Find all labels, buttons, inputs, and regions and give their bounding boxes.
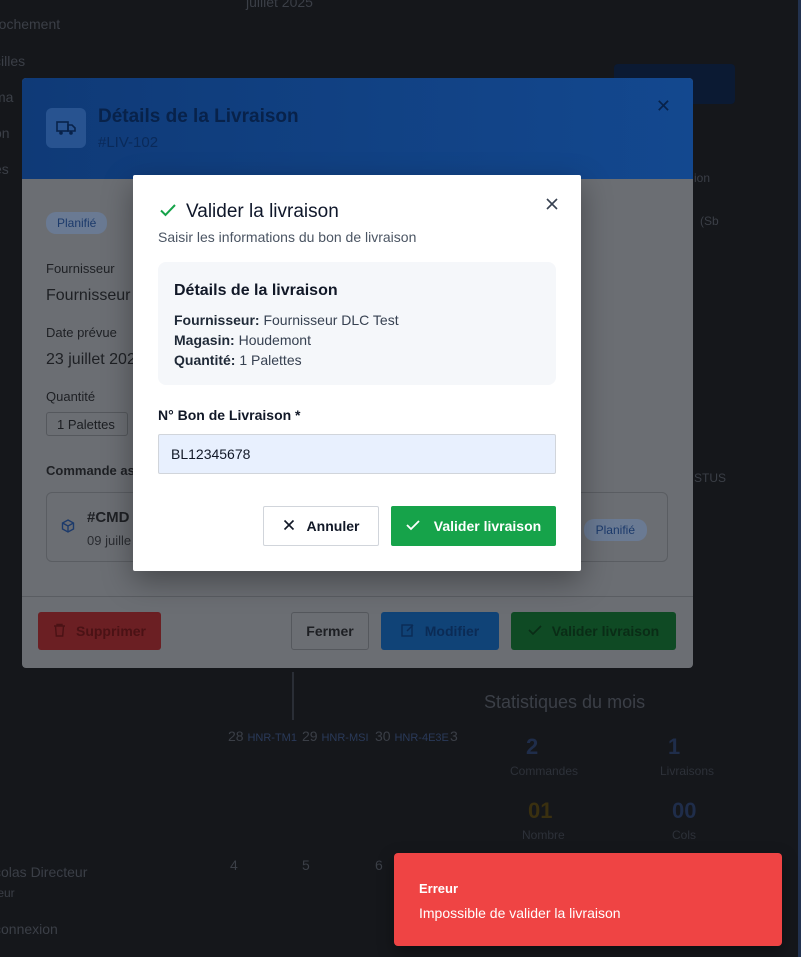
details-header: Détails de la Livraison #LIV-102 ✕	[22, 78, 693, 179]
confirm-validate-button[interactable]: Valider livraison	[391, 506, 556, 546]
modal-subtitle: Saisir les informations du bon de livrai…	[158, 229, 417, 245]
bg-stat-value: 1	[668, 734, 681, 759]
bg-user-role: teur	[0, 886, 15, 900]
bg-stat-value: 00	[672, 798, 697, 823]
bg-stat-value: 2	[526, 734, 539, 759]
modal-title: Valider la livraison	[186, 201, 339, 222]
check-icon	[528, 623, 542, 639]
order-status-badge: Planifié	[583, 519, 647, 541]
date-label: Date prévue	[46, 325, 117, 340]
details-id: #LIV-102	[98, 134, 159, 151]
bg-calendar-day: 29 HNR-MSI	[302, 728, 369, 744]
delivery-note-input[interactable]	[158, 434, 556, 474]
order-label: Commande as	[46, 463, 135, 478]
supplier-label: Fournisseur	[46, 261, 115, 276]
quantity-label: Quantité	[46, 389, 96, 404]
edit-button[interactable]: Modifier	[381, 612, 499, 650]
order-date: 09 juille	[87, 533, 132, 548]
bg-calendar-day: 4	[230, 857, 238, 873]
bg-stat-label: Livraisons	[660, 764, 715, 778]
edit-button-label: Modifier	[424, 623, 480, 639]
bg-sidebar-item: ma	[0, 89, 14, 105]
validate-delivery-button[interactable]: Valider livraison	[511, 612, 676, 650]
supplier-value: Fournisseur	[46, 287, 131, 304]
bg-sidebar-item: es	[0, 161, 9, 177]
info-quantity: Quantité: 1 Palettes	[174, 352, 302, 368]
check-icon	[406, 518, 420, 534]
divider	[22, 596, 693, 597]
order-id: #CMD	[87, 509, 130, 526]
package-icon	[61, 519, 75, 538]
bg-calendar-day: 5	[302, 857, 310, 873]
validate-delivery-modal: Valider la livraison Saisir les informat…	[133, 175, 581, 571]
cancel-button[interactable]: Annuler	[263, 506, 379, 546]
delete-button-label: Supprimer	[75, 623, 146, 639]
check-icon	[159, 201, 177, 219]
details-title: Détails de la Livraison	[98, 106, 299, 127]
info-title: Détails de la livraison	[174, 282, 338, 299]
bg-calendar-day: 28 HNR-TM1	[228, 728, 297, 744]
toast-message: Impossible de valider la livraison	[419, 905, 621, 921]
bg-stat-label: Commandes	[510, 764, 579, 778]
bg-stat-label: Cols	[672, 828, 697, 842]
bg-stat-label: Nombre	[522, 828, 565, 842]
edit-icon	[401, 623, 415, 640]
bg-right-text: STUS	[694, 471, 727, 485]
bg-divider	[292, 672, 294, 720]
bg-month-label: juillet 2025	[246, 0, 313, 10]
bg-stats-title: Statistiques du mois	[484, 692, 646, 712]
delivery-info-box: Détails de la livraison Fournisseur: Fou…	[158, 262, 556, 385]
bg-calendar-day: 3	[450, 728, 458, 744]
quantity-chip: 1 Palettes	[46, 412, 128, 436]
error-toast[interactable]: Erreur Impossible de valider la livraiso…	[394, 853, 782, 946]
close-icon[interactable]: ✕	[656, 96, 671, 117]
close-icon[interactable]	[543, 195, 561, 213]
close-icon	[283, 518, 295, 534]
cancel-button-label: Annuler	[306, 518, 360, 534]
delete-button[interactable]: Supprimer	[38, 612, 161, 650]
bg-user-name: colas Directeur	[0, 864, 88, 880]
bg-calendar-day: 6	[375, 857, 383, 873]
trash-icon	[53, 623, 66, 640]
date-value: 23 juillet 202	[46, 351, 136, 368]
validate-button-label: Valider livraison	[551, 623, 660, 639]
info-store: Magasin: Houdemont	[174, 332, 311, 348]
close-button[interactable]: Fermer	[291, 612, 369, 650]
bg-right-text: (Sb	[700, 214, 719, 228]
status-badge: Planifié	[46, 212, 108, 234]
bg-stat-value: 01	[528, 798, 553, 823]
bg-sidebar-item: on	[0, 125, 10, 141]
truck-icon	[46, 108, 86, 148]
info-supplier: Fournisseur: Fournisseur DLC Test	[174, 312, 399, 328]
bg-right-text: ion	[694, 171, 711, 185]
bg-sidebar-item: rochement	[0, 16, 61, 32]
confirm-button-label: Valider livraison	[433, 518, 542, 534]
toast-title: Erreur	[419, 881, 459, 896]
bg-sidebar-item: cilles	[0, 53, 26, 69]
bg-calendar-day: 30 HNR-4E3E	[375, 728, 449, 744]
bg-logout: connexion	[0, 921, 58, 937]
delivery-note-label: N° Bon de Livraison *	[158, 407, 301, 423]
